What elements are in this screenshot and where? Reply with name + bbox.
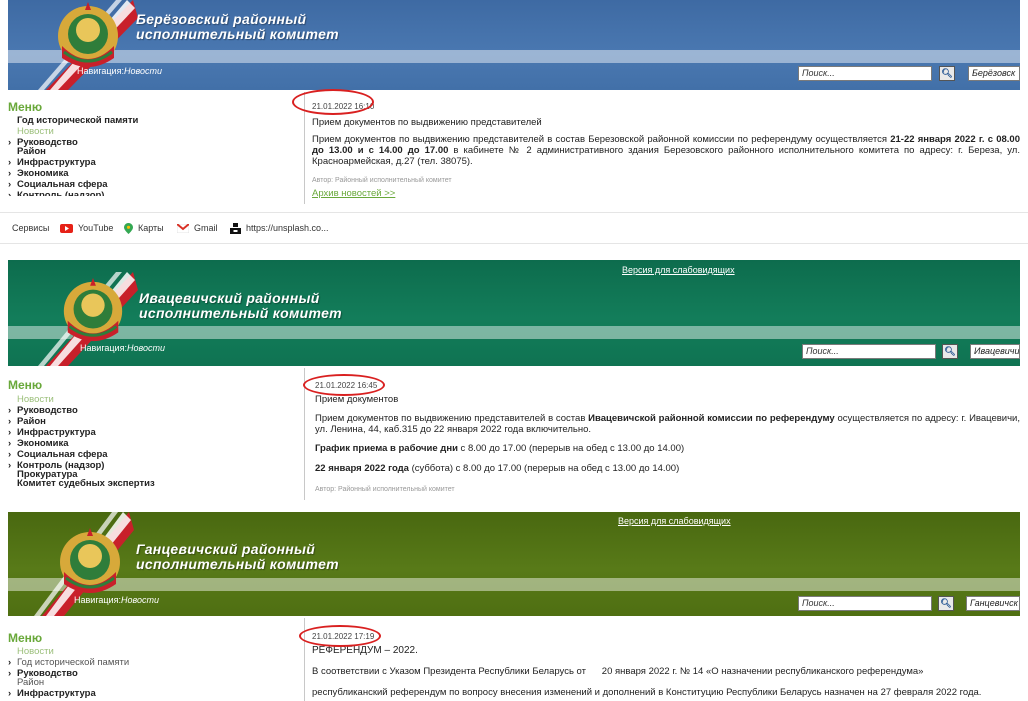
menu-item-news[interactable]: Новости bbox=[8, 646, 129, 657]
search-button[interactable]: 🔍︎ bbox=[942, 344, 958, 359]
bookmark-youtube[interactable]: YouTube bbox=[60, 223, 113, 234]
bookmark-unsplash[interactable]: https://unsplash.co... bbox=[230, 223, 329, 235]
news-heading[interactable]: Прием документов по выдвижению представи… bbox=[312, 117, 1020, 128]
news-article: 21.01.2022 17:19 РЕФЕРЕНДУМ – 2022. В со… bbox=[312, 631, 1020, 698]
menu-item-district[interactable]: Район bbox=[8, 416, 155, 427]
site-header: Версия для слабовидящих Ивацевичский рай… bbox=[8, 260, 1020, 366]
site-berezovsky: Берёзовский районный исполнительный коми… bbox=[8, 0, 1020, 210]
title-line-2: исполнительный комитет bbox=[136, 26, 339, 42]
menu-item-memory-year[interactable]: Год исторической памяти bbox=[8, 657, 129, 668]
search-icon: 🔍︎ bbox=[941, 68, 953, 78]
news-heading[interactable]: Прием документов bbox=[315, 394, 1020, 405]
browser-bookmarks-bar: Сервисы YouTube Карты Gmail https://unsp… bbox=[0, 212, 1028, 244]
bookmark-services[interactable]: Сервисы bbox=[12, 223, 49, 233]
news-author: Автор: Районный исполнительный комитет bbox=[315, 486, 455, 493]
nav-current-link[interactable]: Новости bbox=[127, 343, 165, 353]
search-input[interactable]: Поиск... bbox=[798, 66, 932, 81]
nav-label: Навигация: bbox=[74, 595, 121, 605]
news-article: 21.01.2022 16:45 Прием документов Прием … bbox=[315, 380, 1020, 495]
title-line-1: Ивацевичский районный bbox=[139, 290, 320, 306]
news-author: Автор: Районный исполнительный комитет bbox=[312, 177, 452, 184]
menu-item-news[interactable]: Новости bbox=[8, 394, 155, 405]
header-stripe bbox=[8, 326, 1020, 339]
menu-item-social[interactable]: Социальная сфера bbox=[8, 449, 155, 460]
news-body-2: республиканский референдум по вопросу вн… bbox=[312, 687, 982, 698]
title-line-2: исполнительный комитет bbox=[139, 305, 342, 321]
menu-title: Меню bbox=[8, 100, 43, 114]
news-date: 21.01.2022 17:19 bbox=[312, 632, 375, 641]
belarus-emblem-icon bbox=[58, 2, 118, 67]
site-title: Берёзовский районный исполнительный коми… bbox=[136, 12, 339, 42]
search-button[interactable]: 🔍︎ bbox=[939, 66, 955, 81]
news-article: 21.01.2022 16:10 Прием документов по выд… bbox=[312, 101, 1020, 199]
nav-current-link[interactable]: Новости bbox=[124, 66, 162, 76]
news-body: Прием документов по выдвижению представи… bbox=[315, 413, 1020, 435]
search-input[interactable]: Поиск... bbox=[798, 596, 932, 611]
nav-current-link[interactable]: Новости bbox=[121, 595, 159, 605]
search-icon: 🔍︎ bbox=[940, 598, 952, 608]
nav-breadcrumb: Навигация:Новости bbox=[77, 66, 162, 76]
menu-item-forensic[interactable]: Комитет судебных экспертиз bbox=[8, 478, 155, 489]
site-select-field[interactable]: Ивацевичи bbox=[970, 344, 1020, 359]
menu-title: Меню bbox=[8, 378, 43, 392]
unsplash-icon bbox=[230, 223, 241, 235]
news-heading[interactable]: РЕФЕРЕНДУМ – 2022. bbox=[312, 645, 1020, 656]
site-title: Ивацевичский районный исполнительный ком… bbox=[139, 291, 342, 321]
screenshot-collage: Берёзовский районный исполнительный коми… bbox=[0, 0, 1028, 701]
gmail-icon bbox=[177, 224, 189, 234]
belarus-emblem-icon bbox=[63, 277, 123, 342]
menu-item-social[interactable]: Социальная сфера bbox=[8, 179, 138, 190]
low-vision-link[interactable]: Версия для слабовидящих bbox=[622, 265, 735, 275]
menu-item-memory-year[interactable]: Год исторической памяти bbox=[8, 115, 138, 126]
header-stripe bbox=[8, 50, 1020, 63]
title-line-2: исполнительный комитет bbox=[136, 556, 339, 572]
bookmark-gmail[interactable]: Gmail bbox=[177, 223, 218, 234]
highlight-ellipse bbox=[299, 625, 381, 647]
site-title: Ганцевичский районный исполнительный ком… bbox=[136, 542, 339, 572]
menu-item-infrastructure[interactable]: Инфраструктура bbox=[8, 427, 155, 438]
menu-title: Меню bbox=[8, 631, 43, 645]
schedule-saturday: 22 января 2022 года (суббота) с 8.00 до … bbox=[315, 463, 680, 474]
youtube-icon bbox=[60, 224, 73, 234]
header-stripe bbox=[8, 578, 1020, 591]
menu-item-leadership[interactable]: Руководство bbox=[8, 405, 155, 416]
site-gantsevichi: Версия для слабовидящих Ганцевичский рай… bbox=[8, 512, 1020, 701]
site-select-field[interactable]: Берёзовск bbox=[968, 66, 1020, 81]
nav-breadcrumb: Навигация:Новости bbox=[74, 595, 159, 605]
menu-item-news[interactable]: Новости bbox=[8, 126, 138, 137]
title-line-1: Берёзовский районный bbox=[136, 11, 307, 27]
side-menu: Новости Руководство Район Инфраструктура… bbox=[8, 394, 155, 489]
menu-item-economy[interactable]: Экономика bbox=[8, 438, 155, 449]
news-body-1: В соответствии с Указом Президента Респу… bbox=[312, 666, 924, 677]
nav-label: Навигация: bbox=[77, 66, 124, 76]
search-input[interactable]: Поиск... bbox=[802, 344, 936, 359]
low-vision-link[interactable]: Версия для слабовидящих bbox=[618, 516, 731, 526]
site-ivatsevichi: Версия для слабовидящих Ивацевичский рай… bbox=[8, 260, 1020, 506]
site-header: Берёзовский районный исполнительный коми… bbox=[8, 0, 1020, 90]
nav-label: Навигация: bbox=[80, 343, 127, 353]
menu-item-control[interactable]: Контроль (надзор) bbox=[8, 190, 138, 196]
menu-item-infrastructure[interactable]: Инфраструктура bbox=[8, 157, 138, 168]
site-header: Версия для слабовидящих Ганцевичский рай… bbox=[8, 512, 1020, 616]
maps-pin-icon bbox=[124, 223, 133, 235]
search-icon: 🔍︎ bbox=[944, 346, 956, 356]
bookmark-maps[interactable]: Карты bbox=[124, 223, 164, 235]
highlight-ellipse bbox=[292, 89, 374, 115]
menu-item-infrastructure[interactable]: Инфраструктура bbox=[8, 688, 129, 699]
news-date: 21.01.2022 16:45 bbox=[315, 381, 378, 390]
site-select-field[interactable]: Ганцевичск bbox=[966, 596, 1020, 611]
highlight-ellipse bbox=[303, 374, 385, 396]
belarus-emblem-icon bbox=[60, 528, 120, 593]
menu-item-economy[interactable]: Экономика bbox=[8, 168, 138, 179]
archive-link[interactable]: Архив новостей >> bbox=[312, 188, 1020, 199]
side-menu: Новости Год исторической памяти Руководс… bbox=[8, 646, 129, 699]
news-date: 21.01.2022 16:10 bbox=[312, 102, 375, 111]
news-body: Прием документов по выдвижению представи… bbox=[312, 134, 1020, 167]
schedule-weekdays: График приема в рабочие дни с 8.00 до 17… bbox=[315, 443, 685, 454]
title-line-1: Ганцевичский районный bbox=[136, 541, 316, 557]
nav-breadcrumb: Навигация:Новости bbox=[80, 343, 165, 353]
search-button[interactable]: 🔍︎ bbox=[938, 596, 954, 611]
side-menu: Год исторической памяти Новости Руководс… bbox=[8, 115, 138, 196]
